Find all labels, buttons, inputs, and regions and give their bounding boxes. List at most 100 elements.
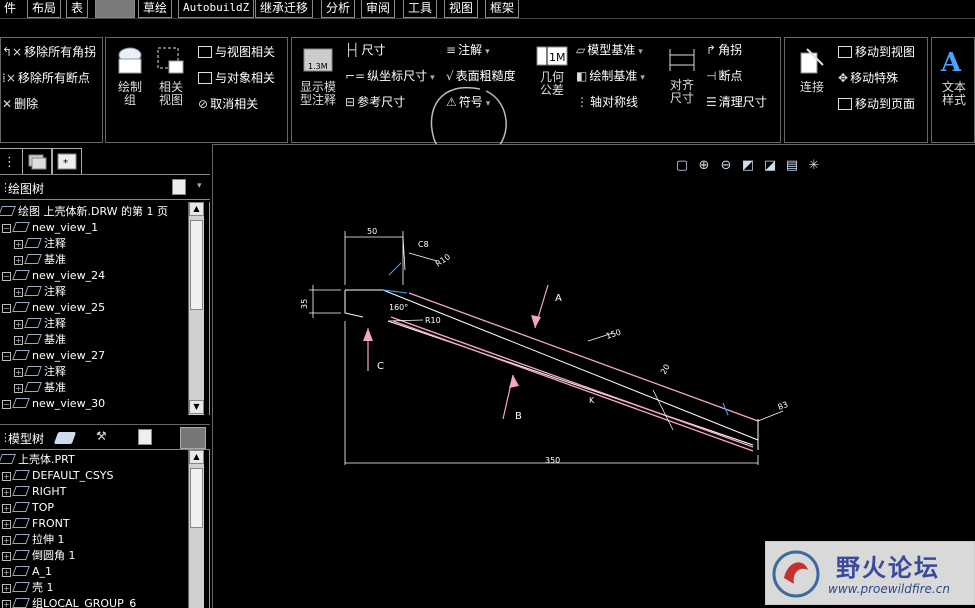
tree-row[interactable]: − new_view_30 bbox=[2, 396, 105, 412]
move-special-button[interactable]: ✥ 移动特殊 bbox=[838, 71, 898, 85]
menu-annotate[interactable] bbox=[95, 0, 135, 18]
expand-icon[interactable]: − bbox=[2, 272, 11, 281]
drawing-tree-scrollbar[interactable]: ▲ ▼ bbox=[188, 202, 204, 415]
expand-icon[interactable]: + bbox=[2, 504, 11, 513]
scroll-down-icon[interactable]: ▼ bbox=[189, 400, 204, 414]
tree-row[interactable]: − new_view_27 bbox=[2, 348, 105, 364]
menu-file[interactable]: 件 bbox=[0, 0, 20, 18]
jog-button[interactable]: ↱ 角拐 bbox=[706, 43, 742, 57]
expand-icon[interactable]: + bbox=[2, 568, 11, 577]
expand-icon[interactable]: + bbox=[2, 552, 11, 561]
move-to-page-button[interactable]: 移动到页面 bbox=[838, 97, 915, 111]
menu-view[interactable]: 视图 bbox=[444, 0, 479, 18]
text-style-button[interactable]: A 文本样式 bbox=[934, 45, 974, 107]
tree-row[interactable]: + 组LOCAL_GROUP_6 bbox=[2, 596, 136, 608]
cleanup-dimensions-button[interactable]: ☰ 清理尺寸 bbox=[706, 95, 767, 109]
tree-row[interactable]: + DEFAULT_CSYS bbox=[2, 468, 114, 484]
model-tree-scrollbar[interactable]: ▲ bbox=[188, 450, 204, 608]
expand-icon[interactable]: + bbox=[14, 368, 23, 377]
geometric-tolerance-button[interactable]: 1M 几何公差 bbox=[534, 45, 570, 97]
unrelate-button[interactable]: ⊘ 取消相关 bbox=[198, 97, 258, 111]
tree-row[interactable]: + 注释 bbox=[14, 316, 66, 332]
draft-datum-button[interactable]: ◧ 绘制基准 ▾ bbox=[576, 69, 645, 85]
show-model-annotation-button[interactable]: 1.3M 显示模型注释 bbox=[296, 45, 340, 107]
model-tree-settings-icon[interactable] bbox=[138, 429, 152, 445]
model-scroll-up-icon[interactable]: ▲ bbox=[189, 450, 204, 464]
axis-symmetry-button[interactable]: ⋮ 轴对称线 bbox=[576, 95, 638, 109]
dimension-button[interactable]: ├┤ 尺寸 bbox=[345, 43, 385, 57]
note-button[interactable]: ≡ 注解 ▾ bbox=[446, 43, 490, 59]
expand-icon[interactable]: + bbox=[14, 256, 23, 265]
tree-row[interactable]: + 注释 bbox=[14, 236, 66, 252]
align-dimension-button[interactable]: 对齐尺寸 bbox=[664, 45, 700, 105]
expand-icon[interactable]: + bbox=[2, 600, 11, 608]
draw-group-button[interactable]: 绘制组 bbox=[110, 45, 150, 107]
expand-icon[interactable]: − bbox=[2, 352, 11, 361]
tree-row[interactable]: + TOP bbox=[2, 500, 54, 516]
related-view-button[interactable]: 相关视图 bbox=[150, 45, 192, 107]
tree-settings-dropdown-icon[interactable]: ▾ bbox=[197, 181, 202, 191]
expand-icon[interactable]: + bbox=[14, 320, 23, 329]
expand-icon[interactable]: + bbox=[2, 536, 11, 545]
model-scroll-thumb[interactable] bbox=[190, 468, 203, 528]
expand-icon[interactable]: + bbox=[2, 472, 11, 481]
expand-icon[interactable]: − bbox=[2, 400, 11, 409]
tree-row[interactable]: + 注释 bbox=[14, 364, 66, 380]
break-button[interactable]: ⊣ 断点 bbox=[706, 69, 742, 83]
remove-all-breaks-button[interactable]: ⁞× 移除所有断点 bbox=[2, 71, 90, 85]
menu-layout[interactable]: 布局 bbox=[27, 0, 62, 18]
tree-row-label: RIGHT bbox=[32, 485, 67, 498]
remove-all-jogs-button[interactable]: ↰× 移除所有角拐 bbox=[2, 45, 96, 59]
tab-folder[interactable] bbox=[22, 148, 52, 174]
menu-frame[interactable]: 框架 bbox=[485, 0, 520, 18]
jog-icon: ↱ bbox=[706, 43, 717, 57]
tree-row[interactable]: + 倒圆角 1 bbox=[2, 548, 76, 564]
tree-row[interactable]: + 壳 1 bbox=[2, 580, 54, 596]
relate-to-object-button[interactable]: 与对象相关 bbox=[198, 71, 275, 85]
expand-icon[interactable]: + bbox=[14, 288, 23, 297]
connect-button[interactable]: 连接 bbox=[792, 45, 832, 94]
tree-row[interactable]: + RIGHT bbox=[2, 484, 66, 500]
tab-favorites[interactable]: * bbox=[52, 148, 82, 174]
tab-model-tree[interactable]: ⋮ bbox=[0, 148, 24, 174]
tree-row[interactable]: − new_view_1 bbox=[2, 220, 98, 236]
expand-icon[interactable]: + bbox=[2, 520, 11, 529]
reference-dimension-button[interactable]: ⊟ 参考尺寸 bbox=[345, 95, 405, 109]
tree-row[interactable]: − new_view_24 bbox=[2, 268, 105, 284]
expand-icon[interactable]: + bbox=[2, 488, 11, 497]
menu-autobuildz[interactable]: AutobuildZ bbox=[178, 0, 255, 18]
scroll-up-icon[interactable]: ▲ bbox=[189, 202, 204, 216]
tree-row[interactable]: + FRONT bbox=[2, 516, 70, 532]
menu-review[interactable]: 审阅 bbox=[361, 0, 396, 18]
model-tree-filter-icon[interactable] bbox=[180, 427, 206, 449]
expand-icon[interactable]: + bbox=[14, 240, 23, 249]
tree-row[interactable]: − new_view_25 bbox=[2, 300, 105, 316]
expand-icon[interactable]: + bbox=[14, 384, 23, 393]
relate-to-view-button[interactable]: 与视图相关 bbox=[198, 45, 275, 59]
expand-icon[interactable]: + bbox=[14, 336, 23, 345]
tree-row[interactable]: + 注释 bbox=[14, 284, 66, 300]
move-to-view-button[interactable]: 移动到视图 bbox=[838, 45, 915, 59]
tree-settings-icon[interactable] bbox=[172, 179, 186, 195]
model-datum-button[interactable]: ▱ 模型基准 ▾ bbox=[576, 43, 643, 59]
menu-sketch[interactable]: 草绘 bbox=[138, 0, 173, 18]
delete-button[interactable]: ✕ 删除 bbox=[2, 97, 38, 111]
menu-tools[interactable]: 工具 bbox=[403, 0, 438, 18]
tree-row[interactable]: + 拉伸 1 bbox=[2, 532, 65, 548]
tree-row[interactable]: + 基准 bbox=[14, 380, 66, 396]
tree-row[interactable]: 上壳体.PRT bbox=[0, 452, 75, 468]
menu-analysis[interactable]: 分析 bbox=[321, 0, 356, 18]
hammer-icon[interactable]: ⚒ bbox=[96, 429, 107, 443]
tree-row[interactable]: 绘图 上壳体新.DRW 的第 1 页 bbox=[0, 204, 168, 220]
drawing-canvas[interactable]: ▢ ⊕ ⊖ ◩ ◪ ▤ ✳ 50 C8 R10 35 160° R10 150 … bbox=[212, 144, 975, 608]
menu-table[interactable]: 表 bbox=[66, 0, 89, 18]
menu-inherit[interactable]: 继承迁移 bbox=[255, 0, 314, 18]
scroll-thumb[interactable] bbox=[190, 220, 203, 310]
tree-row[interactable]: + 基准 bbox=[14, 252, 66, 268]
model-display-icon[interactable] bbox=[53, 432, 77, 444]
expand-icon[interactable]: − bbox=[2, 304, 11, 313]
tree-row[interactable]: + A_1 bbox=[2, 564, 52, 580]
expand-icon[interactable]: − bbox=[2, 224, 11, 233]
tree-row[interactable]: + 基准 bbox=[14, 332, 66, 348]
expand-icon[interactable]: + bbox=[2, 584, 11, 593]
